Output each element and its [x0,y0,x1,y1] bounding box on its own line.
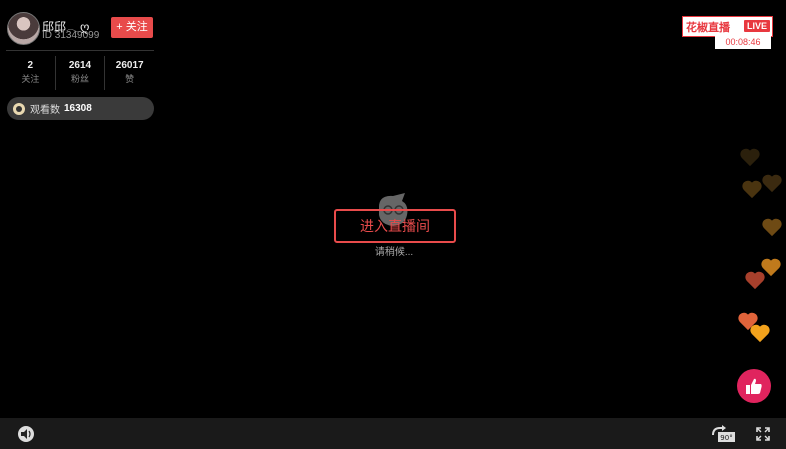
divider [6,50,154,51]
brand-logo: 花椒直播 LIVE [682,16,773,37]
player-control-bar: 90° [0,418,786,449]
heart-icon [742,180,762,199]
avatar[interactable] [7,12,40,45]
stat-value: 2 [27,60,34,71]
viewer-icon [13,102,25,115]
stat-following: 2 关注 [6,56,56,90]
follow-button[interactable]: + 关注 [111,17,153,38]
streamer-id: ID 31349099 [42,30,100,41]
like-button[interactable] [737,369,771,403]
loading-text: 请稍候... [374,247,414,258]
stat-likes: 26017 赞 [105,56,154,90]
streamer-profile: 邱邱𓂃ღ ID 31349099 + 关注 2 关注 2614 粉丝 26017… [0,0,158,96]
fullscreen-icon[interactable] [756,427,770,441]
stats-row: 2 关注 2614 粉丝 26017 赞 [6,56,154,90]
heart-icon [762,218,782,237]
stat-label: 粉丝 [71,74,90,84]
heart-icon [740,148,760,167]
rotate-badge-text: 90° [720,434,732,442]
volume-icon[interactable] [18,426,34,442]
viewer-label: 观看数 [30,105,60,116]
stat-value: 26017 [115,60,144,71]
viewer-count-pill: 观看数 16308 [7,97,154,120]
live-timer: 00:08:46 [715,35,771,49]
enter-room-button[interactable]: 进入直播间 [334,209,456,243]
stat-value: 2614 [68,60,92,71]
rotate-90-icon[interactable]: 90° [710,425,736,443]
stat-fans: 2614 粉丝 [56,56,106,90]
viewer-count: 16308 [64,103,92,114]
speaker-glyph [21,429,31,439]
thumbs-up-icon [746,378,762,394]
brand-name: 花椒直播 [686,22,730,34]
live-badge: LIVE [743,20,770,32]
heart-icon [750,324,770,343]
stat-label: 赞 [125,74,135,84]
heart-icon [762,174,782,193]
stat-label: 关注 [21,74,40,84]
heart-icon [761,258,781,277]
